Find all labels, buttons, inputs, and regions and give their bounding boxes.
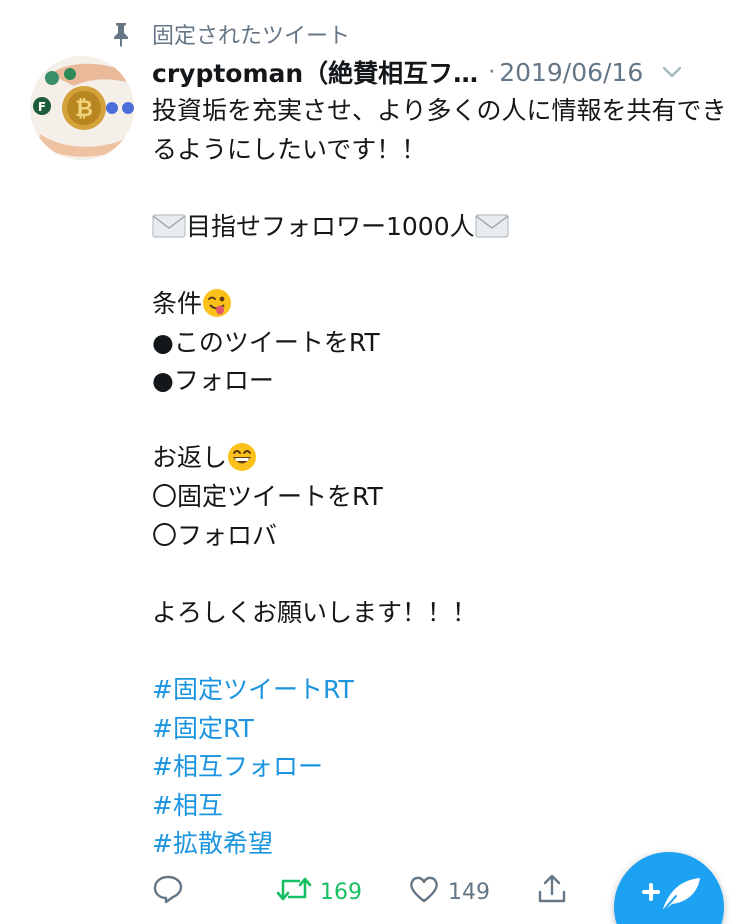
retweet-button[interactable]: 169 — [276, 870, 362, 914]
envelope-icon — [475, 211, 509, 238]
hashtag-link[interactable]: #固定RT — [152, 710, 727, 749]
retweet-count: 169 — [320, 879, 362, 905]
envelope-icon — [152, 211, 186, 238]
author-name[interactable]: cryptoman（絶賛相互フ… — [152, 54, 478, 90]
share-icon — [536, 873, 568, 911]
chevron-down-icon[interactable] — [659, 59, 685, 85]
tweet-date[interactable]: 2019/06/16 — [499, 58, 643, 87]
svg-text:₿: ₿ — [75, 97, 93, 122]
like-button[interactable]: 149 — [408, 870, 490, 914]
tweet-actions: 169 149 — [152, 870, 592, 914]
pin-icon — [110, 21, 132, 47]
meta-separator: · — [488, 59, 496, 85]
return-title-line: お返し — [152, 439, 727, 478]
return-2: 〇フォロバ — [152, 520, 278, 550]
return-1: 〇固定ツイートをRT — [152, 481, 383, 511]
avatar[interactable]: ₿ F — [30, 56, 134, 160]
reply-button[interactable] — [152, 870, 184, 914]
pinned-tweet-indicator: 固定されたツイート — [110, 18, 350, 50]
return-title: お返し — [152, 443, 228, 473]
tweet-intro: 投資垢を充実させ、より多くの人に情報を共有できるようにしたいです！！ — [152, 96, 727, 164]
hashtag-link[interactable]: #相互フォロー — [152, 748, 727, 787]
retweet-icon — [276, 874, 312, 910]
hashtag-link[interactable]: #相互 — [152, 787, 727, 826]
compose-tweet-icon — [614, 878, 724, 924]
grinning-emoji-icon — [227, 442, 257, 472]
hashtag-link[interactable]: #固定ツイートRT — [152, 671, 727, 710]
conditions-title-line: 条件 — [152, 285, 727, 324]
tweet-header: cryptoman（絶賛相互フ… · 2019/06/16 — [152, 52, 732, 92]
tweet-page: 固定されたツイート ₿ F cryptoman（絶賛相互フ… · 2019/06… — [0, 0, 746, 924]
svg-text:F: F — [38, 100, 46, 114]
closing-line: よろしくお願いします！！！ — [152, 597, 478, 627]
pinned-label: 固定されたツイート — [152, 24, 351, 49]
compose-tweet-button[interactable] — [614, 852, 724, 924]
share-button[interactable] — [536, 870, 568, 914]
condition-1: ●このツイートをRT — [152, 327, 380, 357]
like-count: 149 — [448, 879, 490, 905]
winking-tongue-emoji-icon — [202, 288, 232, 318]
reply-icon — [152, 874, 184, 910]
goal-line: 目指せフォロワー1000人 — [152, 208, 727, 247]
goal-text: 目指せフォロワー1000人 — [186, 211, 475, 241]
condition-2: ●フォロー — [152, 366, 274, 396]
conditions-title: 条件 — [152, 288, 203, 318]
heart-icon — [408, 874, 440, 910]
tweet-text: 投資垢を充実させ、より多くの人に情報を共有できるようにしたいです！！ 目指せフォ… — [152, 92, 727, 864]
